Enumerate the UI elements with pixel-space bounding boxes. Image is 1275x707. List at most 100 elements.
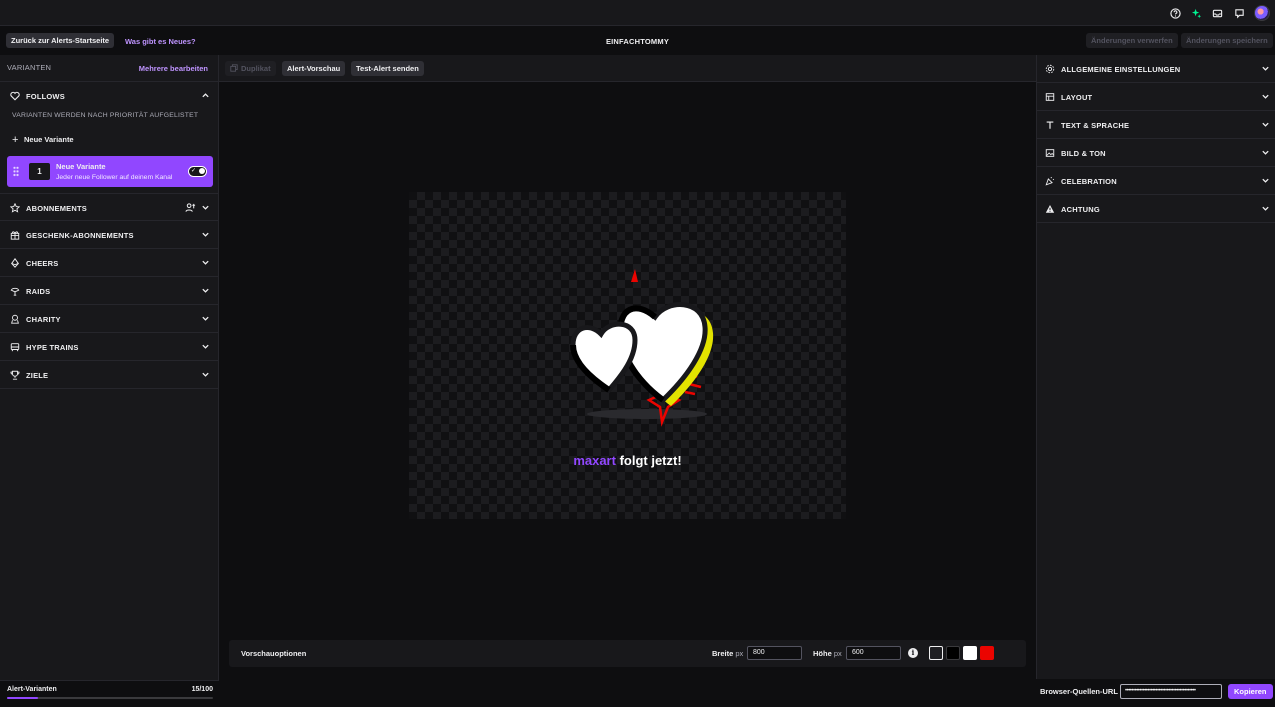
alert-message: maxart folgt jetzt!: [409, 453, 846, 468]
add-variant-button[interactable]: + Neue Variante: [12, 134, 74, 146]
section-image-sound[interactable]: BILD & TON: [1037, 139, 1275, 167]
chevron-down-icon[interactable]: [201, 370, 210, 379]
priority-note: VARIANTEN WERDEN NACH PRIORITÄT AUFGELIS…: [12, 112, 199, 119]
duplicate-button[interactable]: Duplikat: [225, 61, 276, 76]
category-label: GESCHENK-ABONNEMENTS: [26, 231, 134, 240]
category-label: HYPE TRAINS: [26, 343, 79, 352]
section-label: TEXT & SPRACHE: [1061, 121, 1130, 130]
category-label: FOLLOWS: [26, 92, 65, 101]
chevron-down-icon[interactable]: [201, 286, 210, 295]
variants-counter-value: 15/100: [191, 686, 213, 693]
category-hype-trains[interactable]: HYPE TRAINS: [0, 333, 218, 361]
variant-priority-number: 1: [29, 163, 50, 180]
variant-enabled-toggle[interactable]: ✓: [188, 166, 207, 177]
user-avatar[interactable]: [1254, 5, 1270, 21]
chevron-down-icon[interactable]: [201, 203, 210, 212]
section-celebration[interactable]: CELEBRATION: [1037, 167, 1275, 195]
section-text-language[interactable]: TEXT & SPRACHE: [1037, 111, 1275, 139]
category-raids[interactable]: RAIDS: [0, 277, 218, 305]
sparkle-icon[interactable]: [1190, 7, 1202, 19]
copy-url-button[interactable]: Kopieren: [1228, 684, 1273, 699]
follow-hearts-animation: [570, 269, 714, 427]
variant-card[interactable]: 1 Neue Variante Jeder neue Follower auf …: [7, 156, 213, 187]
chevron-down-icon[interactable]: [201, 342, 210, 351]
chevron-down-icon[interactable]: [201, 230, 210, 239]
section-label: ACHTUNG: [1061, 205, 1100, 214]
warning-icon: [1044, 203, 1055, 214]
browser-source-label: Browser-Quellen-URL: [1040, 687, 1118, 696]
bits-icon: [9, 257, 20, 268]
section-general-settings[interactable]: ALLGEMEINE EINSTELLUNGEN: [1037, 55, 1275, 83]
chevron-up-icon[interactable]: [201, 91, 210, 100]
chevron-down-icon[interactable]: [1261, 204, 1270, 213]
background-swatch-white[interactable]: [963, 646, 977, 660]
preview-options-label: Vorschauoptionen: [241, 649, 307, 658]
chevron-down-icon[interactable]: [1261, 148, 1270, 157]
preview-toolbar: Duplikat Alert-Vorschau Test-Alert sende…: [219, 55, 1036, 82]
channel-name: EINFACHTOMMY: [605, 37, 670, 46]
category-charity[interactable]: CHARITY: [0, 305, 218, 333]
category-goals[interactable]: ZIELE: [0, 361, 218, 389]
category-gift-subscriptions[interactable]: GESCHENK-ABONNEMENTS: [0, 221, 218, 249]
preview-area: Duplikat Alert-Vorschau Test-Alert sende…: [219, 55, 1036, 679]
check-icon: ✓: [191, 168, 197, 174]
plus-icon: +: [12, 134, 19, 146]
category-subscriptions[interactable]: ABONNEMENTS: [0, 193, 218, 221]
variant-description: Jeder neue Follower auf deinem Kanal: [56, 174, 173, 181]
chevron-down-icon[interactable]: [1261, 64, 1270, 73]
browser-source-bar: Browser-Quellen-URL ••••••••••••••••••••…: [1036, 679, 1275, 707]
background-swatch-red[interactable]: [980, 646, 994, 660]
category-cheers[interactable]: CHEERS: [0, 249, 218, 277]
edit-multiple-link[interactable]: Mehrere bearbeiten: [139, 64, 208, 73]
discard-changes-button[interactable]: Änderungen verwerfen: [1086, 33, 1178, 48]
chevron-down-icon[interactable]: [1261, 120, 1270, 129]
drag-handle-icon[interactable]: [13, 166, 19, 177]
variant-name: Neue Variante: [56, 162, 106, 171]
copy-icon: [230, 64, 238, 72]
charity-icon: [9, 313, 20, 324]
browser-source-url-field[interactable]: ••••••••••••••••••••••••••••••••••••••••…: [1120, 684, 1222, 699]
top-navigation-bar: [0, 0, 1275, 26]
variants-progress-bar: [7, 697, 213, 699]
category-label: ZIELE: [26, 371, 49, 380]
save-changes-button[interactable]: Änderungen speichern: [1181, 33, 1273, 48]
height-input[interactable]: 600: [846, 646, 901, 660]
gear-icon: [1044, 63, 1055, 74]
section-label: ALLGEMEINE EINSTELLUNGEN: [1061, 65, 1181, 74]
category-label: CHEERS: [26, 259, 59, 268]
section-attention[interactable]: ACHTUNG: [1037, 195, 1275, 223]
add-variant-label: Neue Variante: [24, 135, 74, 144]
heart-icon: [9, 90, 20, 101]
tier-users-icon[interactable]: [185, 202, 196, 213]
raid-icon: [9, 285, 20, 296]
alert-username: maxart: [573, 453, 616, 468]
chevron-down-icon[interactable]: [1261, 176, 1270, 185]
inbox-icon[interactable]: [1211, 7, 1223, 19]
preview-options-bar: Vorschauoptionen Breite px 800 Höhe px 6…: [229, 640, 1026, 667]
chevron-down-icon[interactable]: [201, 314, 210, 323]
chevron-down-icon[interactable]: [1261, 92, 1270, 101]
chevron-down-icon[interactable]: [201, 258, 210, 267]
layout-icon: [1044, 91, 1055, 102]
variants-counter-label: Alert-Varianten: [7, 686, 57, 693]
width-label: Breite px: [712, 649, 744, 658]
background-swatch-dark[interactable]: [929, 646, 943, 660]
trophy-icon: [9, 369, 20, 380]
duplicate-label: Duplikat: [241, 64, 271, 73]
category-label: CHARITY: [26, 315, 61, 324]
info-icon[interactable]: i: [908, 648, 918, 658]
settings-panel: ALLGEMEINE EINSTELLUNGEN LAYOUT TEXT & S…: [1036, 55, 1275, 679]
help-icon[interactable]: [1169, 7, 1181, 19]
send-test-alert-button[interactable]: Test-Alert senden: [351, 61, 424, 76]
image-icon: [1044, 147, 1055, 158]
section-layout[interactable]: LAYOUT: [1037, 83, 1275, 111]
width-input[interactable]: 800: [747, 646, 802, 660]
whisper-icon[interactable]: [1233, 7, 1245, 19]
category-label: ABONNEMENTS: [26, 204, 87, 213]
background-swatch-black[interactable]: [946, 646, 960, 660]
celebration-icon: [1044, 175, 1055, 186]
variants-panel: VARIANTEN Mehrere bearbeiten FOLLOWS VAR…: [0, 55, 219, 707]
variants-panel-header: VARIANTEN Mehrere bearbeiten: [0, 55, 219, 82]
alert-preview-button[interactable]: Alert-Vorschau: [282, 61, 346, 76]
category-follows[interactable]: FOLLOWS: [0, 82, 218, 110]
